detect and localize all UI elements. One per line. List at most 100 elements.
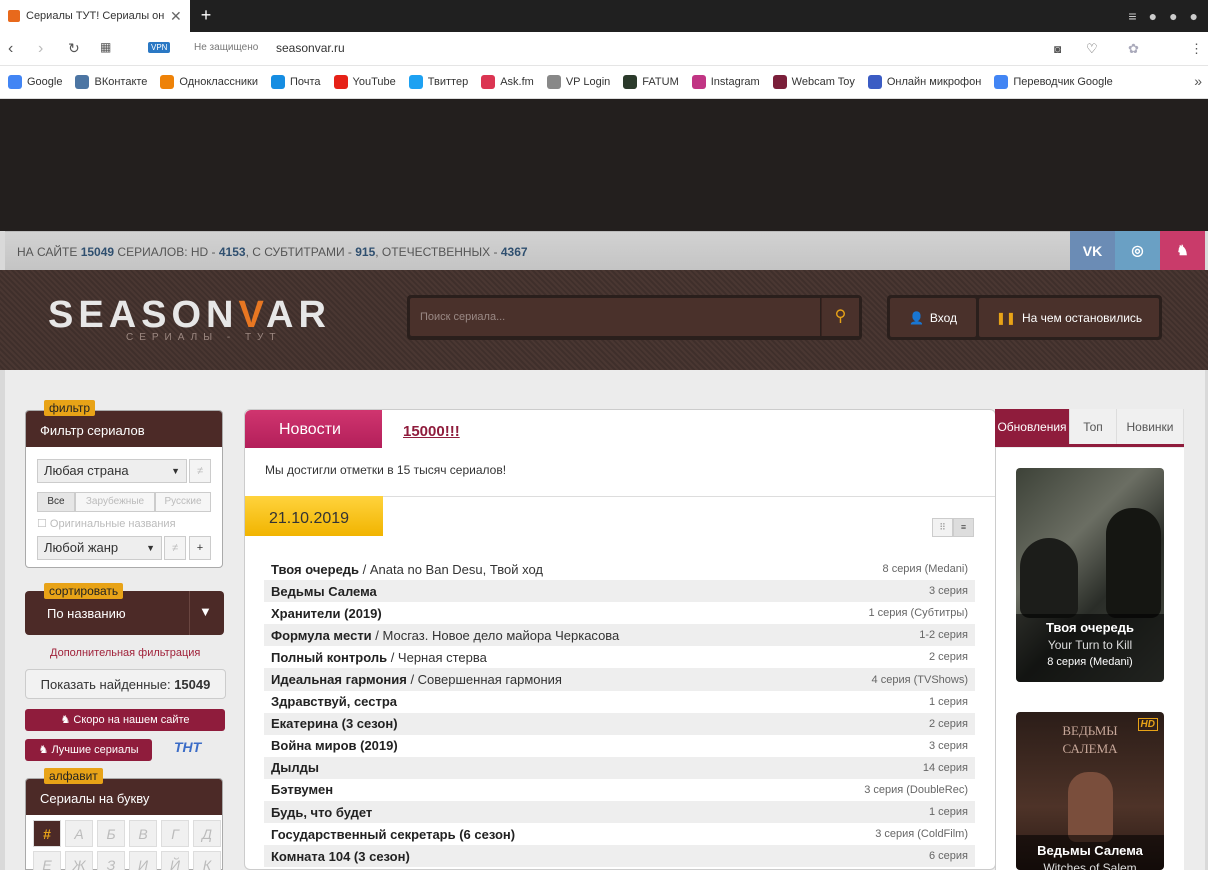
genre-add-button[interactable]: + [189, 536, 211, 560]
maximize-icon[interactable]: ● [1169, 8, 1177, 24]
episode-row[interactable]: Государственный секретарь (6 сезон) 3 сер… [264, 823, 975, 845]
genre-select[interactable]: Любой жанр ▼ [37, 536, 162, 560]
series-card[interactable]: Твоя очередь Your Turn to Kill 8 серия (… [1016, 468, 1164, 682]
alphabet-letter[interactable]: Г [161, 820, 189, 847]
bookmark-item[interactable]: Переводчик Google [994, 75, 1113, 89]
bookmark-item[interactable]: Webcam Toy [772, 75, 855, 89]
bookmark-item[interactable]: Ask.fm [481, 75, 534, 89]
episode-row[interactable]: Будь, что будет 1 серия [264, 801, 975, 824]
news-tab[interactable]: Новости [245, 410, 382, 448]
card-title: Твоя очередь [1045, 620, 1135, 635]
vpn-badge[interactable]: VPN [148, 42, 171, 53]
tab-top[interactable]: Топ [1070, 409, 1117, 444]
alphabet-letter[interactable]: Д [193, 820, 221, 847]
more-bookmarks-icon[interactable]: » [1194, 73, 1202, 89]
episode-row[interactable]: Здравствуй, сестра 1 серия [264, 691, 975, 713]
view-toggle: ⠿ ≡ [932, 518, 974, 537]
original-names-checkbox[interactable]: ☐ Оригинальные названия [37, 517, 176, 530]
extra-filter-link[interactable]: Дополнительная фильтрация [50, 647, 200, 659]
vk-icon: VK [1082, 242, 1103, 259]
vk-social-button[interactable]: VK [1070, 231, 1115, 270]
seg-foreign[interactable]: Зарубежные [75, 492, 155, 512]
bookmark-item[interactable]: YouTube [333, 75, 396, 89]
pause-icon: ❚❚ [995, 310, 1016, 325]
series-card[interactable]: HD ВЕДЬМЫ САЛЕМА Ведьмы Салема Witches o… [1016, 712, 1164, 870]
alphabet-letter[interactable]: А [65, 820, 93, 847]
cat-social-button[interactable]: ♞ [1160, 231, 1205, 270]
bookmark-item[interactable]: Онлайн микрофон [867, 75, 981, 89]
browser-tab[interactable]: Сериалы ТУТ! Сериалы онлайн ✕ [0, 0, 190, 32]
menu-icon[interactable]: ≡ [1128, 8, 1136, 24]
best-series-button[interactable]: ♞ Лучшие сериалы [25, 739, 152, 761]
search-button[interactable]: ⚲ [821, 298, 859, 336]
minimize-icon[interactable]: ● [1149, 8, 1157, 24]
episode-row[interactable]: Война миров (2019) 3 серия [264, 735, 975, 757]
camera-icon[interactable]: ◙ [1054, 42, 1061, 56]
new-tab-icon[interactable]: + [196, 4, 216, 26]
episode-row[interactable]: Ведьмы Салема 3 серия [264, 580, 975, 603]
site-logo[interactable]: SEASONVAR [48, 294, 331, 337]
alphabet-letter[interactable]: Й [161, 851, 189, 870]
country-exclude-button[interactable]: ≠ [189, 459, 211, 483]
series-name: Бэтвумен [271, 782, 334, 798]
alphabet-letter[interactable]: Б [97, 820, 125, 847]
episode-row[interactable]: Хранители (2019) 1 серия (Субтитры) [264, 602, 975, 624]
alphabet-letter[interactable]: И [129, 851, 157, 870]
grid-view-icon[interactable]: ⠿ [932, 518, 953, 537]
alphabet-letter[interactable]: Е [33, 851, 61, 870]
security-indicator[interactable]: Не защищено [194, 42, 258, 53]
alphabet-letter[interactable]: Ж [65, 851, 93, 870]
alphabet-letter[interactable]: # [33, 820, 61, 847]
card-title: Ведьмы Салема [1037, 843, 1143, 858]
back-icon[interactable]: ‹ [8, 40, 13, 58]
poster-figure [1068, 772, 1113, 842]
seg-all[interactable]: Все [37, 492, 75, 512]
bookmark-item[interactable]: VP Login [546, 75, 610, 89]
alphabet-letter[interactable]: В [129, 820, 157, 847]
episode-info: 1 серия (Субтитры) [868, 607, 968, 620]
bookmark-favicon-icon [75, 75, 90, 89]
episode-row[interactable]: Идеальная гармония / Совершенная гармони… [264, 668, 975, 691]
bookmark-item[interactable]: Почта [271, 75, 321, 89]
episode-row[interactable]: Твоя очередь / Anata no Ban Desu, Твой х… [264, 558, 975, 580]
url-field[interactable]: seasonvar.ru [276, 41, 345, 55]
episode-row[interactable]: Дылды 14 серия [264, 756, 975, 779]
episode-row[interactable]: Бэтвумен 3 серия (DoubleRec) [264, 779, 975, 801]
alphabet-letter[interactable]: З [97, 851, 125, 870]
show-found-button[interactable]: Показать найденные: 15049 [25, 669, 226, 699]
bookmark-item[interactable]: Одноклассники [160, 75, 258, 89]
tab-new[interactable]: Новинки [1117, 409, 1184, 444]
speed-dial-icon[interactable]: ▦ [100, 40, 111, 54]
login-button[interactable]: 👤 Вход [890, 298, 976, 337]
search-input[interactable] [410, 298, 820, 336]
country-select[interactable]: Любая страна ▼ [37, 459, 187, 483]
list-view-icon[interactable]: ≡ [953, 518, 974, 537]
episode-row[interactable]: Полный контроль / Черная стерва 2 серия [264, 646, 975, 668]
coming-soon-button[interactable]: ♞ Скоро на нашем сайте [25, 709, 225, 731]
close-window-icon[interactable]: ● [1190, 8, 1198, 24]
episode-row[interactable]: Комната 104 (3 сезон) 6 серия [264, 845, 975, 868]
alphabet-letter[interactable]: К [193, 851, 221, 870]
extension-icon[interactable]: ✿ [1128, 41, 1139, 57]
news-headline-link[interactable]: 15000!!! [403, 423, 460, 440]
genre-exclude-button[interactable]: ≠ [164, 536, 186, 560]
ok-social-button[interactable]: ◎ [1115, 231, 1160, 270]
stopped-watching-button[interactable]: ❚❚ На чем остановились [979, 298, 1159, 337]
tab-updates[interactable]: Обновления [995, 409, 1070, 444]
close-tab-icon[interactable]: ✕ [170, 8, 182, 25]
reload-icon[interactable]: ↻ [68, 40, 80, 57]
forward-icon[interactable]: › [38, 40, 43, 58]
bookmark-item[interactable]: Твиттер [408, 75, 468, 89]
episode-row[interactable]: Екатерина (3 сезон) 2 серия [264, 712, 975, 735]
tnt-logo[interactable]: ТНТ [174, 739, 201, 755]
episode-title: Хранители (2019) [271, 606, 382, 621]
episode-row[interactable]: Формула мести / Мосгаз. Новое дело майор… [264, 624, 975, 647]
browser-menu-icon[interactable]: ⋮ [1190, 41, 1203, 57]
seg-russian[interactable]: Русские [155, 492, 211, 512]
bookmark-item[interactable]: ВКонтакте [75, 75, 147, 89]
heart-icon[interactable]: ♡ [1086, 41, 1098, 57]
bookmark-item[interactable]: FATUM [623, 75, 679, 89]
poster-title: ВЕДЬМЫ САЛЕМА [1062, 723, 1118, 756]
bookmark-item[interactable]: Instagram [691, 75, 760, 89]
bookmark-item[interactable]: Google [8, 75, 62, 89]
